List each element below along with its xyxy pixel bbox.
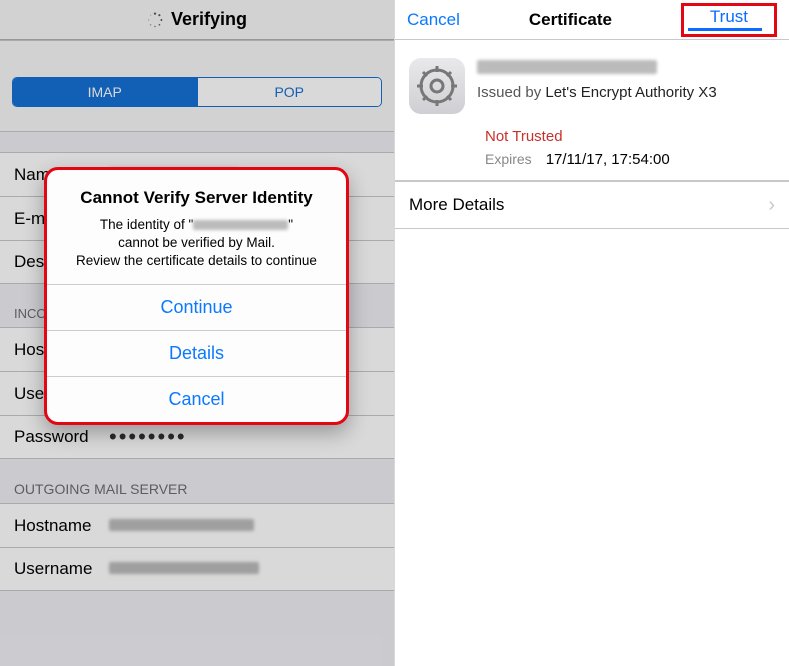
expires-row: Expires 17/11/17, 17:54:00	[395, 149, 789, 180]
settings-gear-icon	[409, 58, 465, 114]
right-pane-certificate: Cancel Certificate Trust Issued by Let's…	[394, 0, 789, 666]
trust-highlight-frame: Trust	[681, 3, 777, 37]
chevron-right-icon: ›	[768, 194, 775, 217]
issued-by: Issued by Let's Encrypt Authority X3	[477, 84, 775, 101]
alert-msg-prefix: The identity of "	[100, 217, 193, 232]
alert-title: Cannot Verify Server Identity	[61, 188, 332, 208]
issued-prefix: Issued by	[477, 84, 545, 101]
more-details-label: More Details	[409, 195, 504, 215]
expires-label: Expires	[485, 151, 532, 168]
alert-msg-l2: cannot be verified by Mail.	[118, 235, 275, 250]
trust-button[interactable]: Trust	[688, 7, 770, 26]
not-trusted-label: Not Trusted	[485, 128, 563, 145]
cert-cn	[477, 60, 775, 76]
issued-authority: Let's Encrypt Authority X3	[545, 84, 716, 101]
alert-details-button[interactable]: Details	[47, 330, 346, 376]
left-pane-mail-setup: Verifying IMAP POP Name E-mail Descripti…	[0, 0, 394, 666]
expires-value: 17/11/17, 17:54:00	[546, 151, 670, 168]
verify-alert: Cannot Verify Server Identity The identi…	[44, 167, 349, 425]
trust-status-row: Not Trusted	[395, 126, 789, 149]
cert-cancel-button[interactable]: Cancel	[407, 10, 460, 30]
alert-cancel-button[interactable]: Cancel	[47, 376, 346, 422]
alert-msg-suffix: "	[288, 217, 293, 232]
cert-title: Certificate	[529, 10, 612, 30]
alert-continue-button[interactable]: Continue	[47, 284, 346, 330]
cert-summary: Issued by Let's Encrypt Authority X3	[395, 40, 789, 126]
alert-message: The identity of " " cannot be verified by…	[61, 216, 332, 270]
right-header: Cancel Certificate Trust	[395, 0, 789, 40]
alert-msg-l3: Review the certificate details to contin…	[76, 253, 317, 268]
more-details-row[interactable]: More Details ›	[395, 181, 789, 229]
